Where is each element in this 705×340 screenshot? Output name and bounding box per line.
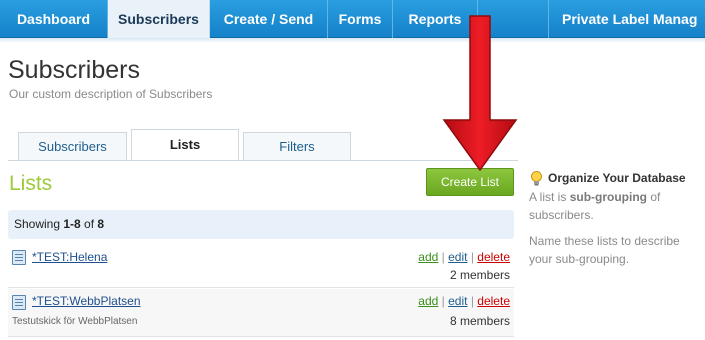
- edit-link[interactable]: edit: [448, 250, 467, 264]
- separator: |: [470, 250, 474, 264]
- sidebar-title: Organize Your Database: [548, 171, 686, 185]
- showing-of: of: [80, 217, 98, 231]
- create-list-button[interactable]: Create List: [426, 168, 514, 196]
- add-link[interactable]: add: [418, 250, 438, 264]
- sidebar-emphasis: sub-grouping: [569, 190, 648, 204]
- sidebar-paragraph-1: A list is sub-grouping of subscribers.: [529, 188, 701, 224]
- row-actions: add | edit | delete: [418, 294, 510, 308]
- list-name-link[interactable]: *TEST:Helena: [32, 250, 107, 264]
- page-description: Our custom description of Subscribers: [9, 87, 213, 101]
- showing-total: 8: [97, 217, 105, 231]
- red-arrow: [442, 15, 518, 172]
- row-actions: add | edit | delete: [418, 250, 510, 264]
- page-title: Subscribers: [8, 56, 140, 84]
- list-subtext: Testutskick för WebbPlatsen: [12, 316, 138, 327]
- showing-prefix: Showing: [14, 217, 64, 231]
- showing-summary: Showing 1-8 of 8: [8, 210, 514, 239]
- nav-subscribers[interactable]: Subscribers: [108, 0, 210, 38]
- delete-link[interactable]: delete: [477, 294, 510, 308]
- separator: |: [470, 294, 474, 308]
- top-nav: Dashboard Subscribers Create / Send Form…: [0, 0, 705, 43]
- list-name-link[interactable]: *TEST:WebbPlatsen: [32, 294, 141, 308]
- tab-subscribers[interactable]: Subscribers: [18, 132, 127, 161]
- edit-link[interactable]: edit: [448, 294, 467, 308]
- nav-forms[interactable]: Forms: [328, 0, 393, 38]
- sidebar-text: A list is: [529, 190, 570, 204]
- nav-private-label[interactable]: Private Label Manag: [548, 0, 705, 38]
- member-count: 8 members: [449, 314, 510, 328]
- member-count: 2 members: [449, 268, 510, 282]
- list-row: *TEST:WebbPlatsen Testutskick för WebbPl…: [8, 289, 514, 337]
- nav-dashboard[interactable]: Dashboard: [0, 0, 108, 38]
- separator: |: [441, 250, 445, 264]
- list-row: *TEST:Helena add | edit | delete 2 membe…: [8, 241, 514, 288]
- doc-icon: [12, 250, 26, 265]
- showing-range: 1-8: [63, 217, 81, 231]
- add-link[interactable]: add: [418, 294, 438, 308]
- bulb-icon: [531, 171, 542, 186]
- delete-link[interactable]: delete: [477, 250, 510, 264]
- doc-icon: [12, 295, 26, 310]
- nav-create-send[interactable]: Create / Send: [210, 0, 328, 38]
- tab-filters[interactable]: Filters: [243, 132, 351, 161]
- nav-shadow: [0, 38, 705, 43]
- separator: |: [441, 294, 445, 308]
- lists-heading: Lists: [9, 172, 53, 195]
- sidebar-paragraph-2: Name these lists to describe your sub-gr…: [529, 234, 680, 266]
- tab-lists[interactable]: Lists: [131, 129, 239, 161]
